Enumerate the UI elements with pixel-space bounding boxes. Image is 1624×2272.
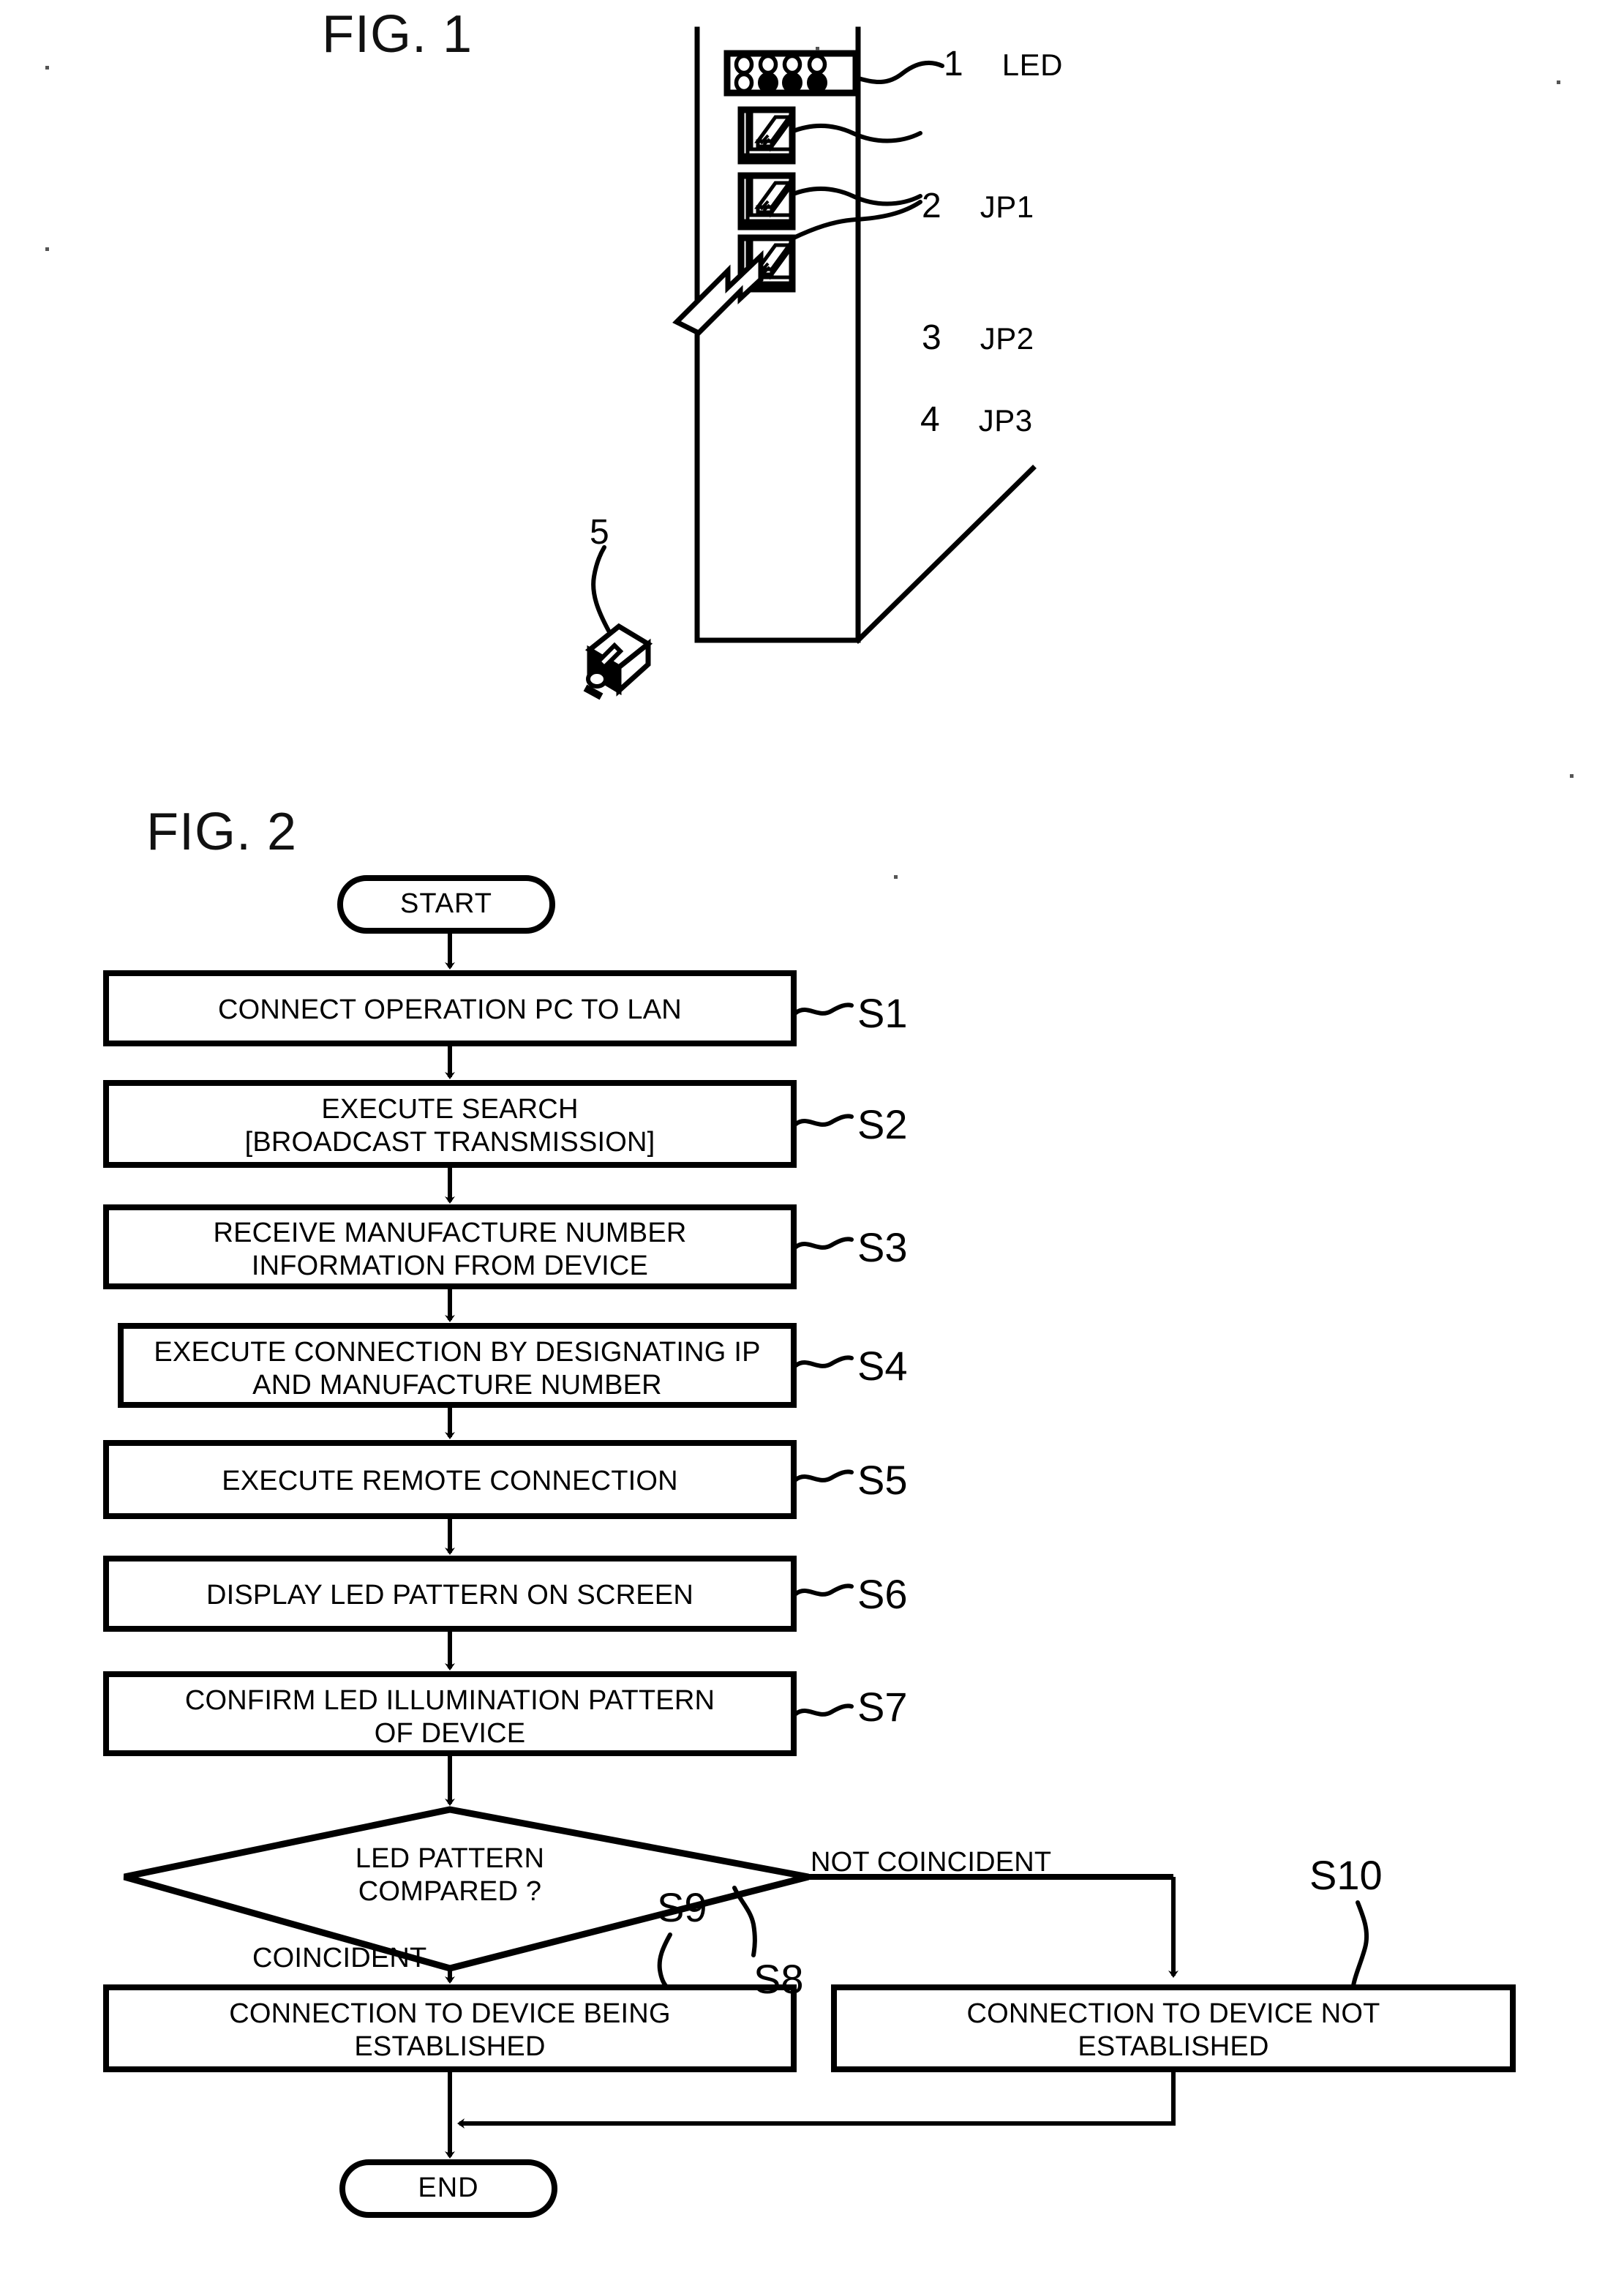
decision-label-s8: LED PATTERN COMPARED ? [355,1843,545,1907]
step-tag-s6: S6 [857,1571,908,1617]
step-label-s2: EXECUTE SEARCH [BROADCAST TRANSMISSION] [244,1094,655,1158]
step-tag-s4: S4 [857,1343,908,1389]
step-label-s9: CONNECTION TO DEVICE BEING ESTABLISHED [229,1998,671,2062]
step-label-s5: EXECUTE REMOTE CONNECTION [222,1466,678,1496]
step-label-s6: DISPLAY LED PATTERN ON SCREEN [206,1580,694,1611]
step-label-s4: EXECUTE CONNECTION BY DESIGNATING IP AND… [154,1337,761,1401]
step-tag-s3: S3 [857,1224,908,1270]
step-tag-s8: S8 [753,1956,804,2002]
patent-drawing-sheet: FIG. 1 FIG. 2 1 LED 2 JP1 3 JP2 4 JP3 5 … [0,0,1624,2272]
step-tag-s2: S2 [857,1101,908,1147]
step-tag-s10: S10 [1309,1852,1383,1898]
step-tag-s5: S5 [857,1457,908,1503]
step-label-s7: CONFIRM LED ILLUMINATION PATTERN OF DEVI… [184,1685,715,1749]
branch-not-coincident [808,1874,1178,1978]
branch-label-coincident: COINCIDENT [252,1943,427,1973]
step-label-s1: CONNECT OPERATION PC TO LAN [218,994,682,1025]
end-label: END [418,2172,479,2203]
step-label-s10: CONNECTION TO DEVICE NOT ESTABLISHED [966,1998,1380,2062]
step-tag-s7: S7 [857,1684,908,1730]
step-tag-s1: S1 [857,990,908,1036]
start-label: START [399,888,493,919]
merge-path [457,2069,1176,2129]
branch-label-not-coincident: NOT COINCIDENT [811,1847,1052,1878]
step-tag-s9: S9 [657,1884,707,1930]
step-label-s3: RECEIVE MANUFACTURE NUMBER INFORMATION F… [213,1218,687,1281]
